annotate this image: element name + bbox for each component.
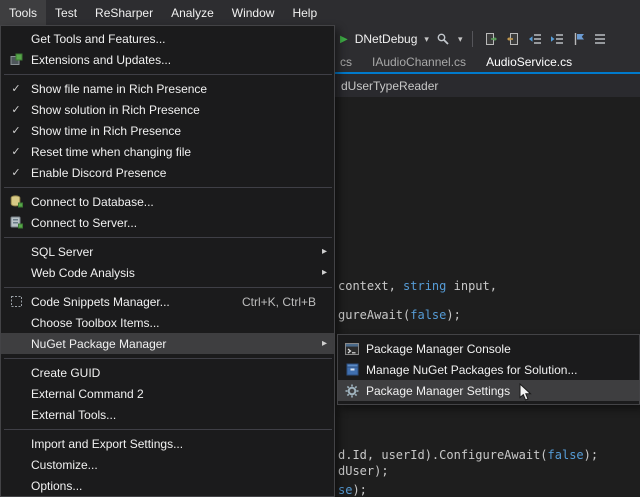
main-menu-bar: Tools Test ReSharper Analyze Window Help	[0, 0, 640, 25]
menu-item-label: Enable Discord Presence	[31, 166, 166, 180]
toggle-bookmark-icon[interactable]	[571, 32, 586, 47]
nuget-packages-icon	[338, 363, 366, 376]
member-dropdown[interactable]: dUserTypeReader	[341, 79, 438, 93]
menu-item-label: Show time in Rich Presence	[31, 124, 181, 138]
menu-item-choose-toolbox-items[interactable]: Choose Toolbox Items...	[1, 312, 334, 333]
database-connect-icon	[1, 195, 31, 208]
menu-item-label: Import and Export Settings...	[31, 437, 183, 451]
start-debug-icon[interactable]: ▶	[340, 34, 348, 45]
check-icon: ✓	[1, 103, 31, 116]
menu-item-label: Create GUID	[31, 366, 100, 380]
menubar-item-window[interactable]: Window	[223, 0, 284, 25]
menu-item-label: Web Code Analysis	[31, 266, 135, 280]
code-line: se);	[338, 483, 367, 497]
code-line: context, string input,	[338, 279, 497, 293]
menu-item-get-tools-and-features[interactable]: Get Tools and Features...	[1, 28, 334, 49]
menu-item-label: Connect to Server...	[31, 216, 137, 230]
menubar-item-analyze[interactable]: Analyze	[162, 0, 223, 25]
code-line: d.Id, userId).ConfigureAwait(false);	[338, 448, 598, 462]
menu-item-external-command-2[interactable]: External Command 2	[1, 383, 334, 404]
find-caret-icon[interactable]: ▾	[458, 34, 463, 45]
menu-separator	[1, 354, 334, 362]
menu-item-create-guid[interactable]: Create GUID	[1, 362, 334, 383]
menu-item-label: Options...	[31, 479, 82, 493]
menu-item-external-tools[interactable]: External Tools...	[1, 404, 334, 425]
menu-item-customize[interactable]: Customize...	[1, 454, 334, 475]
menu-separator	[1, 233, 334, 241]
menu-item-options[interactable]: Options...	[1, 475, 334, 496]
comment-lines-icon[interactable]	[593, 32, 608, 47]
menu-item-label: Show solution in Rich Presence	[31, 103, 200, 117]
menu-item-connect-to-database[interactable]: Connect to Database...	[1, 191, 334, 212]
menubar-item-test[interactable]: Test	[46, 0, 86, 25]
tab-audioservice[interactable]: AudioService.cs	[476, 53, 582, 72]
menu-item-label: External Command 2	[31, 387, 144, 401]
menu-item-label: Connect to Database...	[31, 195, 154, 209]
menu-item-reset-time-changing-file[interactable]: ✓ Reset time when changing file	[1, 141, 334, 162]
code-line: gureAwait(false);	[338, 308, 461, 322]
gear-icon	[338, 384, 366, 398]
menu-item-label: Code Snippets Manager...	[31, 295, 170, 309]
menu-item-shortcut: Ctrl+K, Ctrl+B	[242, 295, 316, 309]
submenu-arrow-icon: ▸	[322, 247, 327, 257]
nuget-package-manager-submenu: Package Manager Console Manage NuGet Pac…	[337, 334, 640, 405]
menu-item-label: Reset time when changing file	[31, 145, 191, 159]
console-icon	[338, 343, 366, 355]
debug-target-caret-icon[interactable]: ▾	[424, 34, 429, 45]
check-icon: ✓	[1, 82, 31, 95]
code-snippets-icon	[1, 295, 31, 308]
submenu-item-label: Manage NuGet Packages for Solution...	[366, 363, 577, 377]
menu-item-extensions-and-updates[interactable]: Extensions and Updates...	[1, 49, 334, 70]
menu-item-web-code-analysis[interactable]: Web Code Analysis ▸	[1, 262, 334, 283]
menubar-item-resharper[interactable]: ReSharper	[86, 0, 162, 25]
menu-item-enable-discord-presence[interactable]: ✓ Enable Discord Presence	[1, 162, 334, 183]
menubar-item-help[interactable]: Help	[283, 0, 326, 25]
mouse-cursor	[519, 383, 532, 407]
debug-target-label[interactable]: DNetDebug	[355, 32, 418, 46]
menu-separator	[1, 425, 334, 433]
menubar-item-tools[interactable]: Tools	[0, 0, 46, 25]
toolbar-separator	[472, 31, 473, 47]
server-connect-icon	[1, 216, 31, 229]
submenu-item-package-manager-settings[interactable]: Package Manager Settings	[338, 380, 639, 401]
save-file-icon[interactable]	[483, 32, 498, 47]
code-line: dUser);	[338, 464, 389, 478]
open-file-icon[interactable]	[505, 32, 520, 47]
submenu-arrow-icon: ▸	[322, 268, 327, 278]
menu-item-label: NuGet Package Manager	[31, 337, 166, 351]
menu-item-label: External Tools...	[31, 408, 116, 422]
menu-separator	[1, 283, 334, 291]
menu-item-code-snippets-manager[interactable]: Code Snippets Manager... Ctrl+K, Ctrl+B	[1, 291, 334, 312]
menu-item-show-file-name-rich-presence[interactable]: ✓ Show file name in Rich Presence	[1, 78, 334, 99]
menu-item-show-time-rich-presence[interactable]: ✓ Show time in Rich Presence	[1, 120, 334, 141]
submenu-item-label: Package Manager Settings	[366, 384, 510, 398]
check-icon: ✓	[1, 124, 31, 137]
decrease-indent-icon[interactable]	[527, 32, 542, 47]
menu-item-connect-to-server[interactable]: Connect to Server...	[1, 212, 334, 233]
submenu-item-manage-nuget-packages[interactable]: Manage NuGet Packages for Solution...	[338, 359, 639, 380]
submenu-item-package-manager-console[interactable]: Package Manager Console	[338, 338, 639, 359]
menu-item-label: Show file name in Rich Presence	[31, 82, 207, 96]
tools-dropdown-menu: Get Tools and Features... Extensions and…	[0, 25, 335, 497]
menu-item-import-export-settings[interactable]: Import and Export Settings...	[1, 433, 334, 454]
menu-separator	[1, 70, 334, 78]
menu-item-label: Customize...	[31, 458, 98, 472]
tab-iaudiochannel[interactable]: IAudioChannel.cs	[362, 53, 476, 72]
menu-item-label: SQL Server	[31, 245, 93, 259]
submenu-arrow-icon: ▸	[322, 339, 327, 349]
menu-separator	[1, 183, 334, 191]
submenu-item-label: Package Manager Console	[366, 342, 511, 356]
menu-item-nuget-package-manager[interactable]: NuGet Package Manager ▸	[1, 333, 334, 354]
menu-item-label: Choose Toolbox Items...	[31, 316, 160, 330]
extensions-icon	[1, 53, 31, 66]
menu-item-label: Extensions and Updates...	[31, 53, 171, 67]
menu-item-sql-server[interactable]: SQL Server ▸	[1, 241, 334, 262]
find-icon[interactable]	[436, 32, 451, 47]
check-icon: ✓	[1, 145, 31, 158]
menu-item-show-solution-rich-presence[interactable]: ✓ Show solution in Rich Presence	[1, 99, 334, 120]
increase-indent-icon[interactable]	[549, 32, 564, 47]
menu-item-label: Get Tools and Features...	[31, 32, 166, 46]
check-icon: ✓	[1, 166, 31, 179]
